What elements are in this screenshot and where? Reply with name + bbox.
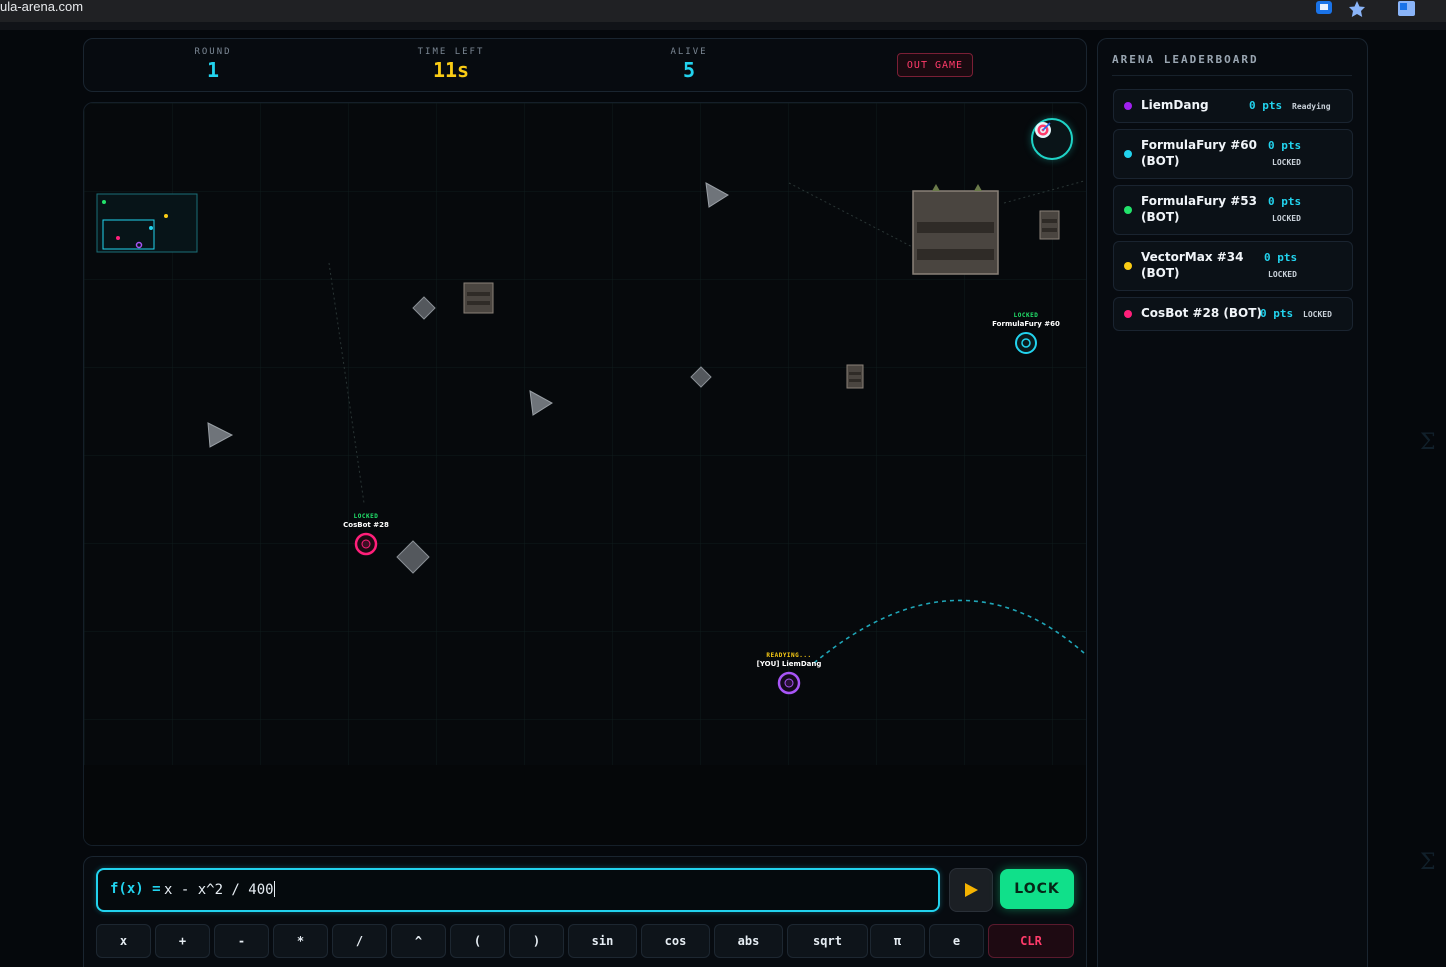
key-e[interactable]: e <box>929 924 984 958</box>
key-cos[interactable]: cos <box>641 924 710 958</box>
target-icon <box>1035 122 1051 138</box>
lock-button[interactable]: LOCK <box>1000 869 1074 909</box>
crate-obstacle <box>463 282 494 314</box>
player-liemdang <box>777 671 801 695</box>
key-minus[interactable]: - <box>214 924 269 958</box>
key-x[interactable]: x <box>96 924 151 958</box>
bot-label-player: READYING... [YOU] LiemDang <box>757 651 822 669</box>
function-input-panel: f(x) = x - x^2 / 400 LOCK x + - * / ^ ( … <box>83 856 1087 967</box>
bot-cosbot-28 <box>354 532 378 556</box>
round-value: 1 <box>206 58 220 82</box>
round-label: ROUND <box>194 47 232 57</box>
browser-divider <box>0 22 1446 30</box>
player-color-dot <box>1124 150 1132 158</box>
player-color-dot <box>1124 102 1132 110</box>
bot-formulafury-60 <box>1015 332 1037 354</box>
key-plus[interactable]: + <box>155 924 210 958</box>
minimap <box>96 193 198 253</box>
player-status: LOCKED <box>1268 270 1297 279</box>
target-button[interactable] <box>1031 118 1073 160</box>
bot-status: LOCKED <box>1013 312 1039 319</box>
key-sin[interactable]: sin <box>568 924 637 958</box>
leaderboard-row: CosBot #28 (BOT) 0 pts LOCKED <box>1113 297 1353 331</box>
key-multiply[interactable]: * <box>273 924 328 958</box>
bot-name: [YOU] LiemDang <box>756 660 822 668</box>
leaderboard-divider <box>1112 75 1352 76</box>
leaderboard-row: LiemDang 0 pts Readying <box>1113 89 1353 123</box>
key-power[interactable]: ^ <box>391 924 446 958</box>
translate-icon[interactable] <box>1397 0 1417 18</box>
player-name: CosBot #28 (BOT) <box>1141 306 1262 320</box>
play-icon <box>965 883 978 897</box>
alive-value: 5 <box>682 58 696 82</box>
bot-name: CosBot #28 <box>343 521 389 529</box>
player-status: LOCKED <box>1272 158 1301 167</box>
time-left-label: TIME LEFT <box>417 47 485 57</box>
bot-label-cosbot: LOCKED CosBot #28 <box>343 512 389 530</box>
clear-button[interactable]: CLR <box>988 924 1074 958</box>
alive-label: ALIVE <box>670 47 708 57</box>
player-status: LOCKED <box>1303 310 1332 319</box>
player-tag: (BOT) <box>1141 210 1180 224</box>
player-status: LOCKED <box>1272 214 1301 223</box>
player-points: 0 pts <box>1268 139 1302 152</box>
player-name: LiemDang <box>1141 98 1209 112</box>
bot-status: LOCKED <box>353 513 379 520</box>
bookmark-star-icon[interactable] <box>1347 0 1367 18</box>
game-arena[interactable]: LOCKED FormulaFury #60 LOCKED CosBot #28… <box>83 102 1087 846</box>
key-pi[interactable]: π <box>870 924 925 958</box>
key-divide[interactable]: / <box>332 924 387 958</box>
time-left-stat: TIME LEFT 11s <box>391 47 511 82</box>
out-game-button[interactable]: OUT GAME <box>897 53 973 77</box>
address-bar[interactable]: ula-arena.com <box>0 0 83 14</box>
crate-obstacle <box>846 364 864 389</box>
player-color-dot <box>1124 310 1132 318</box>
key-open-paren[interactable]: ( <box>450 924 505 958</box>
browser-toolbar: ula-arena.com <box>0 0 1446 23</box>
function-prefix: f(x) = <box>110 881 161 897</box>
arena-canvas <box>84 103 1086 845</box>
time-left-value: 11s <box>432 58 470 82</box>
player-status: Readying <box>1292 102 1331 111</box>
player-points: 0 pts <box>1260 307 1294 320</box>
player-points: 0 pts <box>1249 99 1283 112</box>
function-expression[interactable]: x - x^2 / 400 <box>164 881 275 898</box>
player-points: 0 pts <box>1268 195 1302 208</box>
bg-sigma-icon: Σ <box>1420 850 1436 875</box>
player-tag: (BOT) <box>1141 266 1180 280</box>
key-abs[interactable]: abs <box>714 924 783 958</box>
player-name: VectorMax #34 <box>1141 250 1244 264</box>
bot-name: FormulaFury #60 <box>992 320 1060 328</box>
player-tag: (BOT) <box>1141 154 1180 168</box>
key-close-paren[interactable]: ) <box>509 924 564 958</box>
crate-obstacle <box>1039 210 1060 240</box>
player-color-dot <box>1124 206 1132 214</box>
leaderboard-row: FormulaFury #53 (BOT) 0 pts LOCKED <box>1113 185 1353 235</box>
install-app-icon[interactable] <box>1314 0 1334 18</box>
bot-status: READYING... <box>766 652 812 659</box>
leaderboard-title: ARENA LEADERBOARD <box>1112 53 1259 66</box>
bot-label-formulafury: LOCKED FormulaFury #60 <box>992 311 1060 329</box>
leaderboard-panel: ARENA LEADERBOARD LiemDang 0 pts Readyin… <box>1097 38 1368 967</box>
leaderboard-row: VectorMax #34 (BOT) 0 pts LOCKED <box>1113 241 1353 291</box>
leaderboard-row: FormulaFury #60 (BOT) 0 pts LOCKED <box>1113 129 1353 179</box>
bg-sigma-icon: Σ <box>1420 430 1436 455</box>
key-sqrt[interactable]: sqrt <box>787 924 868 958</box>
preview-button[interactable] <box>949 868 993 912</box>
player-name: FormulaFury #53 <box>1141 194 1257 208</box>
alive-stat: ALIVE 5 <box>629 47 749 82</box>
function-input[interactable]: f(x) = x - x^2 / 400 <box>96 868 940 912</box>
round-stat: ROUND 1 <box>153 47 273 82</box>
player-points: 0 pts <box>1264 251 1298 264</box>
text-caret <box>273 881 275 897</box>
player-color-dot <box>1124 262 1132 270</box>
player-name: FormulaFury #60 <box>1141 138 1257 152</box>
